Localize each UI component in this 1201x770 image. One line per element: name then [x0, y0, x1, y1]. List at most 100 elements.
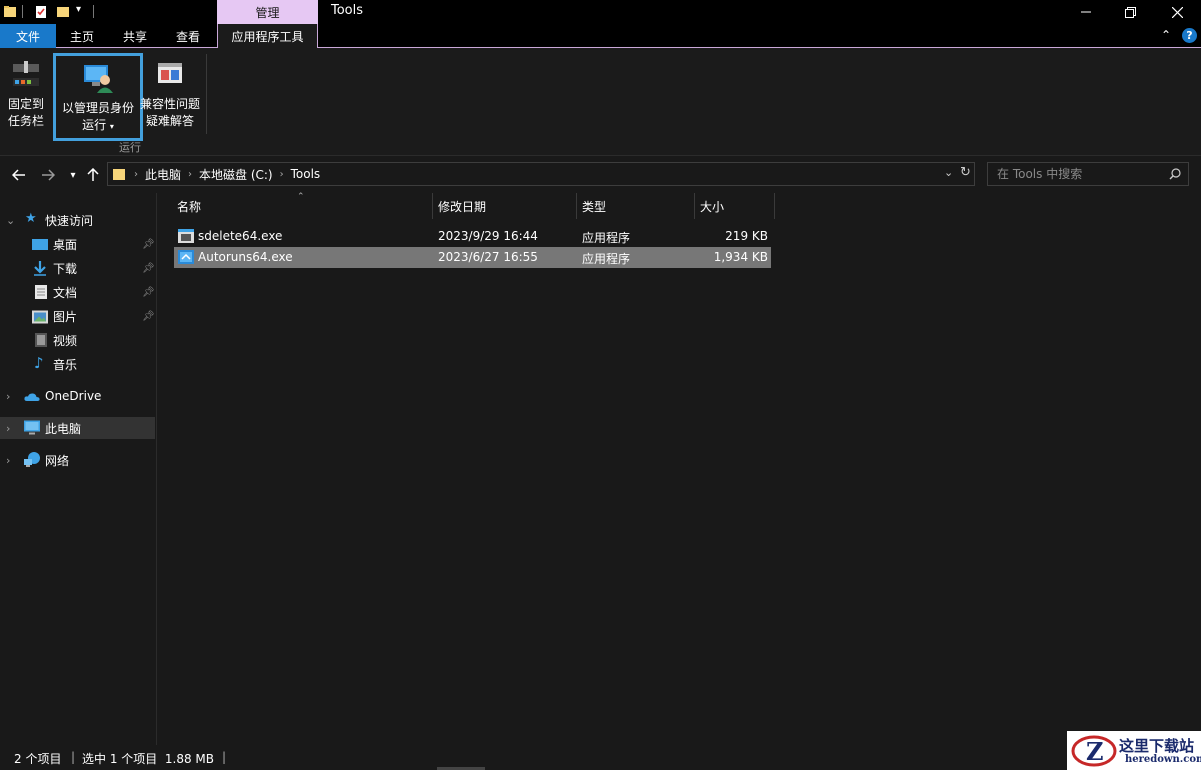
ribbon-panel: 固定到 任务栏 以管理员身份 运行 ▾ 兼容性问题 疑难解答 运行 [0, 48, 1201, 156]
search-input[interactable] [988, 163, 1158, 185]
nav-documents[interactable]: 文档 📌︎ [0, 281, 155, 303]
refresh-icon[interactable]: ↻ [960, 165, 971, 180]
file-modified: 2023/9/29 16:44 [438, 229, 538, 243]
video-icon [35, 333, 47, 347]
breadcrumb-separator-icon: › [134, 168, 138, 180]
onedrive-cloud-icon [24, 393, 40, 401]
compatibility-troubleshoot-button[interactable]: 兼容性问题 疑难解答 [140, 52, 200, 140]
address-bar[interactable]: › 此电脑 › 本地磁盘 (C:) › Tools ⌄ ↻ [107, 162, 975, 186]
chevron-right-icon[interactable]: › [6, 390, 10, 403]
collapse-ribbon-icon[interactable]: ⌃ [1161, 28, 1171, 42]
column-header-modified[interactable]: 修改日期 [432, 193, 576, 219]
minimize-button[interactable] [1063, 0, 1109, 24]
breadcrumb-this-pc[interactable]: 此电脑 [145, 166, 181, 183]
tab-file[interactable]: 文件 [0, 24, 56, 48]
search-box[interactable] [987, 162, 1189, 186]
new-folder-icon[interactable] [56, 4, 70, 19]
file-row-sdelete64[interactable]: sdelete64.exe 2023/9/29 16:44 应用程序 219 K… [174, 226, 771, 247]
application-icon [178, 250, 194, 264]
properties-icon[interactable] [34, 4, 48, 19]
navigation-bar: ▾ › 此电脑 › 本地磁盘 (C:) › Tools ⌄ ↻ [0, 157, 1201, 193]
customize-quick-access-icon[interactable]: ▾ [76, 4, 81, 15]
address-dropdown-icon[interactable]: ⌄ [944, 166, 953, 179]
minimize-icon [1081, 11, 1091, 13]
nav-documents-label: 文档 [53, 285, 78, 300]
pin-icon[interactable]: 📌︎ [142, 287, 155, 298]
computer-icon [24, 420, 40, 435]
desktop-icon [32, 239, 48, 250]
column-header-type[interactable]: 类型 [576, 193, 694, 219]
run-as-admin-button[interactable]: 以管理员身份 运行 ▾ [53, 53, 143, 141]
forward-button[interactable] [37, 165, 59, 185]
tab-view[interactable]: 查看 [166, 24, 210, 48]
nav-onedrive-label: OneDrive [45, 389, 102, 403]
tab-share[interactable]: 共享 [113, 24, 157, 48]
compat-label-1: 兼容性问题 [140, 97, 201, 111]
manage-context-tab[interactable]: 管理 [217, 0, 318, 24]
column-divider[interactable] [774, 193, 775, 219]
chevron-down-icon[interactable]: ⌄ [6, 214, 15, 227]
pin-taskbar-icon [13, 61, 39, 86]
pin-icon[interactable]: 📌︎ [142, 239, 155, 250]
chevron-right-icon[interactable]: › [6, 454, 10, 467]
pin-icon[interactable]: 📌︎ [142, 263, 155, 274]
close-button[interactable] [1154, 0, 1200, 24]
nav-desktop-label: 桌面 [53, 237, 78, 252]
status-selection: 选中 1 个项目 1.88 MB [82, 752, 215, 766]
compat-label-2: 疑难解答 [145, 114, 194, 128]
back-button[interactable] [8, 165, 30, 185]
nav-desktop[interactable]: 桌面 📌︎ [0, 233, 155, 255]
column-header-size[interactable]: 大小 [694, 193, 774, 219]
nav-pictures[interactable]: 图片 📌︎ [0, 305, 155, 327]
nav-network-label: 网络 [45, 453, 70, 468]
nav-quick-access[interactable]: ⌄ ★ 快速访问 [0, 209, 155, 231]
nav-pictures-label: 图片 [53, 309, 78, 324]
up-button[interactable] [82, 165, 104, 185]
run-as-admin-label-2: 运行 ▾ [82, 118, 114, 132]
folder-icon [4, 6, 16, 17]
status-item-count: 2 个项目 [14, 752, 62, 766]
file-size: 1,934 KB [713, 250, 768, 264]
breadcrumb-tools[interactable]: Tools [291, 167, 321, 181]
restore-button[interactable] [1107, 0, 1153, 24]
nav-this-pc[interactable]: › 此电脑 [0, 417, 155, 439]
navigation-pane: ⌄ ★ 快速访问 桌面 📌︎ 下载 📌︎ 文档 📌︎ 图片 📌︎ 视频 ♪ 音乐… [0, 193, 157, 745]
pin-to-taskbar-button[interactable]: 固定到 任务栏 [4, 52, 48, 140]
help-icon[interactable]: ? [1182, 28, 1197, 43]
file-modified: 2023/6/27 16:55 [438, 250, 538, 264]
recent-locations-dropdown[interactable]: ▾ [62, 165, 84, 185]
pin-icon[interactable]: 📌︎ [142, 311, 155, 322]
star-icon: ★ [25, 211, 37, 226]
watermark: Z 这里下载站 heredown.com [1067, 731, 1201, 770]
nav-music[interactable]: ♪ 音乐 [0, 353, 155, 375]
nav-network[interactable]: › 网络 [0, 449, 155, 471]
nav-videos[interactable]: 视频 [0, 329, 155, 351]
application-icon [178, 229, 194, 243]
watermark-text: 这里下载站 [1119, 737, 1195, 755]
nav-this-pc-label: 此电脑 [45, 421, 82, 436]
window-title: Tools [331, 3, 364, 18]
nav-onedrive[interactable]: › OneDrive [0, 385, 155, 407]
nav-videos-label: 视频 [53, 333, 78, 348]
nav-downloads[interactable]: 下载 📌︎ [0, 257, 155, 279]
status-divider: | [222, 750, 227, 764]
tab-application-tools[interactable]: 应用程序工具 [217, 24, 318, 49]
folder-icon [113, 169, 125, 180]
breadcrumb-local-disk[interactable]: 本地磁盘 (C:) [199, 166, 273, 183]
document-icon [35, 285, 47, 299]
watermark-url: heredown.com [1125, 754, 1201, 765]
music-icon: ♪ [34, 354, 44, 372]
column-header-name[interactable]: 名称 [171, 193, 431, 219]
search-icon[interactable] [1169, 168, 1181, 180]
chevron-right-icon[interactable]: › [6, 422, 10, 435]
status-bar: 2 个项目 | 选中 1 个项目 1.88 MB | [0, 745, 1201, 770]
chevron-down-icon: ▾ [70, 169, 76, 181]
file-row-autoruns64[interactable]: Autoruns64.exe 2023/6/27 16:55 应用程序 1,93… [174, 247, 771, 268]
status-divider: | [71, 750, 76, 764]
breadcrumb-separator-icon: › [188, 168, 193, 180]
svg-text:Z: Z [1086, 737, 1104, 766]
file-size: 219 KB [725, 229, 768, 243]
tab-home[interactable]: 主页 [60, 24, 104, 48]
nav-music-label: 音乐 [53, 357, 78, 372]
title-bar: ▾ 管理 Tools [0, 0, 1201, 24]
